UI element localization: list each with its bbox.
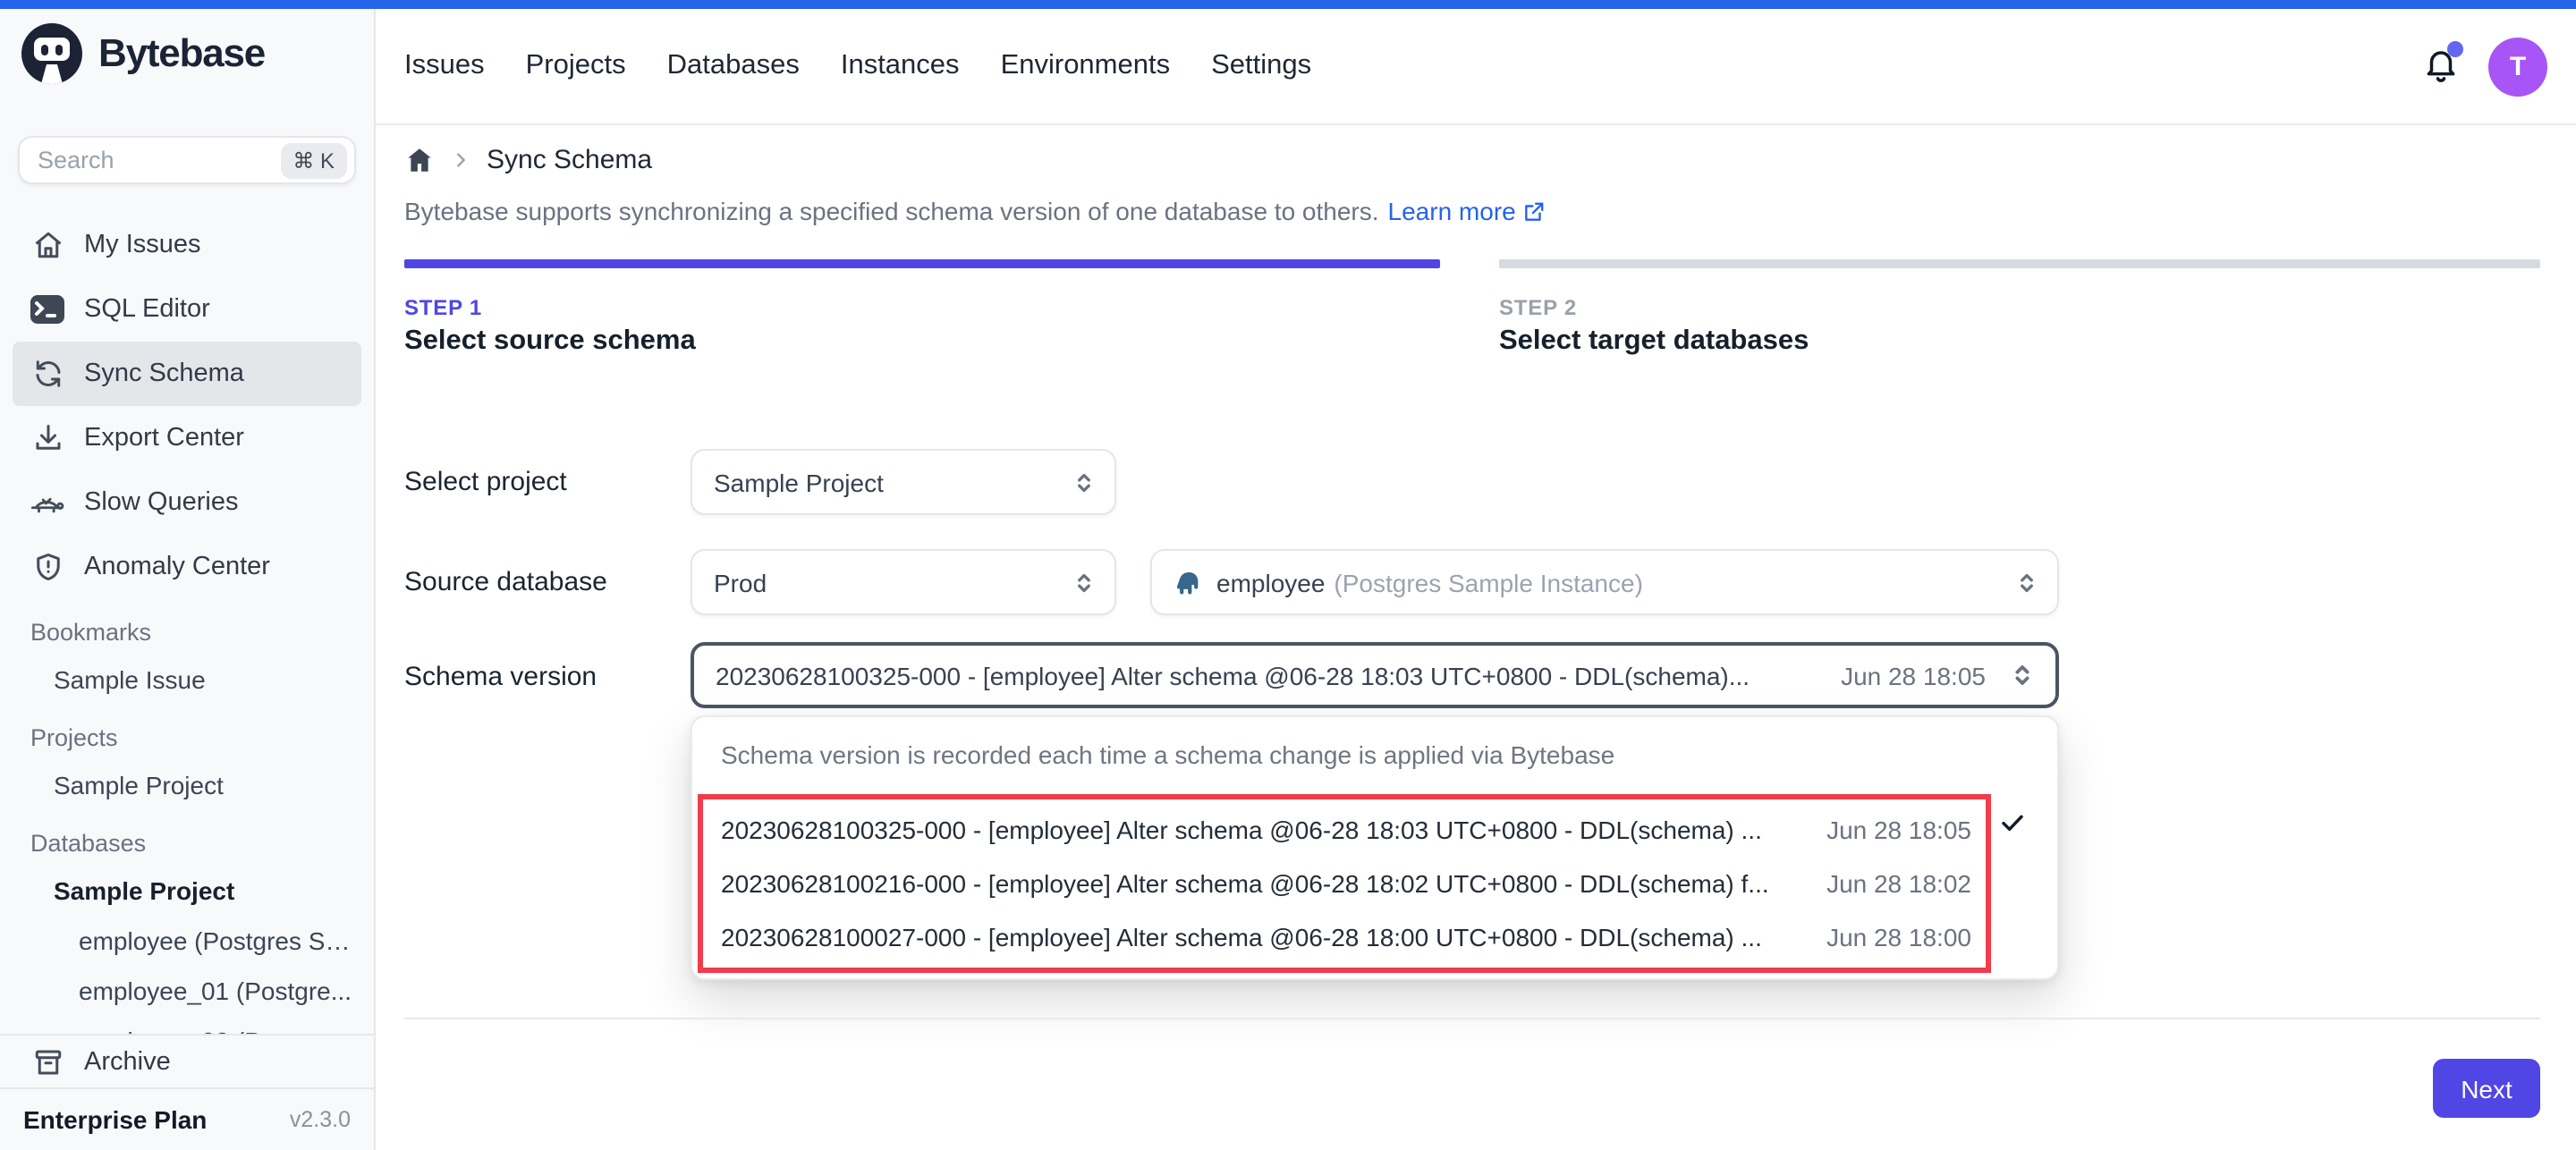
- schema-version-option[interactable]: 20230628100216-000 - [employee] Alter sc…: [703, 857, 1986, 910]
- home-icon: [30, 228, 64, 262]
- page-description: Bytebase supports synchronizing a specif…: [404, 197, 1546, 225]
- chevron-updown-icon: [2009, 662, 2036, 689]
- search-input[interactable]: [38, 147, 280, 173]
- select-project-label: Select project: [404, 467, 567, 497]
- selected-check-icon: [1998, 808, 2027, 837]
- breadcrumb-home-icon[interactable]: [404, 145, 435, 175]
- tree-item-db-employee-02[interactable]: employee_02 (Postgre...: [0, 1016, 374, 1034]
- download-icon: [30, 421, 64, 455]
- chevron-updown-icon: [1072, 469, 1097, 495]
- sidebar-item-label: My Issues: [84, 231, 201, 259]
- nav-settings[interactable]: Settings: [1211, 50, 1311, 82]
- app-window: Bytebase ⌘ K My Issues SQL Editor: [0, 0, 2576, 1150]
- step2-progress-bar: [1499, 259, 2540, 268]
- sidebar-item-label: SQL Editor: [84, 295, 210, 324]
- section-heading-bookmarks: Bookmarks: [0, 599, 374, 655]
- schema-version-label: Schema version: [404, 662, 597, 692]
- tree-item-db-sample-project[interactable]: Sample Project: [0, 866, 374, 916]
- brand-name: Bytebase: [98, 30, 265, 77]
- nav-environments[interactable]: Environments: [1001, 50, 1171, 82]
- footer-divider: [404, 1018, 2540, 1019]
- page-title: Sync Schema: [487, 145, 652, 175]
- bytebase-logo-icon: [21, 23, 82, 84]
- nav-projects[interactable]: Projects: [526, 50, 626, 82]
- schema-version-dropdown: Schema version is recorded each time a s…: [691, 715, 2059, 980]
- sync-icon: [30, 357, 64, 391]
- sidebar-item-archive[interactable]: Archive: [0, 1034, 374, 1087]
- sidebar-item-export-center[interactable]: Export Center: [0, 406, 374, 470]
- step1-title: Select source schema: [404, 326, 696, 358]
- sidebar: Bytebase ⌘ K My Issues SQL Editor: [0, 9, 376, 1150]
- version-label: v2.3.0: [290, 1107, 351, 1132]
- turtle-icon: [30, 486, 64, 520]
- schema-version-option[interactable]: 20230628100027-000 - [employee] Alter sc…: [703, 910, 1986, 964]
- section-heading-databases: Databases: [0, 810, 374, 866]
- external-link-icon: [1523, 199, 1546, 223]
- environment-select[interactable]: Prod: [691, 549, 1116, 615]
- top-nav: Issues Projects Databases Instances Envi…: [404, 50, 1311, 82]
- chevron-updown-icon: [2014, 570, 2039, 595]
- annotation-red-box: 20230628100325-000 - [employee] Alter sc…: [698, 794, 1991, 973]
- project-select[interactable]: Sample Project: [691, 449, 1116, 515]
- sidebar-item-label: Slow Queries: [84, 488, 238, 517]
- nav-issues[interactable]: Issues: [404, 50, 485, 82]
- nav-instances[interactable]: Instances: [841, 50, 960, 82]
- dropdown-hint: Schema version is recorded each time a s…: [692, 717, 2057, 769]
- chevron-updown-icon: [1072, 570, 1097, 595]
- breadcrumb: Sync Schema: [404, 145, 652, 175]
- sidebar-nav: My Issues SQL Editor Sync Schema Export …: [0, 213, 374, 599]
- step1-label: STEP 1: [404, 295, 482, 320]
- sidebar-item-label: Sync Schema: [84, 359, 244, 388]
- tree-item-db-employee-01[interactable]: employee_01 (Postgre...: [0, 966, 374, 1016]
- brand-logo[interactable]: Bytebase: [0, 9, 374, 84]
- tree-item-db-employee[interactable]: employee (Postgres Sa...: [0, 916, 374, 966]
- sidebar-item-label: Anomaly Center: [84, 553, 270, 581]
- archive-icon: [30, 1044, 64, 1078]
- step2-title: Select target databases: [1499, 326, 1809, 358]
- learn-more-link[interactable]: Learn more: [1388, 197, 1546, 225]
- sidebar-item-sync-schema[interactable]: Sync Schema: [13, 342, 361, 406]
- sidebar-item-anomaly-center[interactable]: Anomaly Center: [0, 535, 374, 599]
- sidebar-item-label: Export Center: [84, 424, 244, 452]
- sidebar-tree: Bookmarks Sample Issue Projects Sample P…: [0, 599, 374, 1034]
- database-select[interactable]: employee (Postgres Sample Instance): [1150, 549, 2059, 615]
- tree-item-sample-project[interactable]: Sample Project: [0, 760, 374, 810]
- sidebar-footer: Enterprise Plan v2.3.0: [0, 1087, 374, 1150]
- sidebar-item-my-issues[interactable]: My Issues: [0, 213, 374, 277]
- step1-progress-bar: [404, 259, 1440, 268]
- search-shortcut-badge: ⌘ K: [280, 142, 347, 178]
- avatar[interactable]: T: [2488, 37, 2547, 96]
- nav-databases[interactable]: Databases: [667, 50, 800, 82]
- postgres-icon: [1174, 568, 1202, 596]
- tree-item-sample-issue[interactable]: Sample Issue: [0, 655, 374, 705]
- archive-label: Archive: [84, 1047, 171, 1076]
- schema-version-option[interactable]: 20230628100325-000 - [employee] Alter sc…: [703, 803, 1986, 857]
- breadcrumb-chevron-icon: [451, 150, 470, 170]
- top-accent-bar: [0, 0, 2576, 9]
- top-header: Issues Projects Databases Instances Envi…: [376, 9, 2576, 125]
- shield-alert-icon: [30, 550, 64, 584]
- sidebar-item-sql-editor[interactable]: SQL Editor: [0, 277, 374, 342]
- notification-bell-icon[interactable]: [2422, 47, 2462, 86]
- next-button[interactable]: Next: [2433, 1059, 2540, 1118]
- terminal-icon: [30, 292, 64, 326]
- main-area: Issues Projects Databases Instances Envi…: [376, 9, 2576, 1150]
- plan-label: Enterprise Plan: [23, 1105, 290, 1134]
- notification-dot: [2447, 41, 2463, 57]
- step2-label: STEP 2: [1499, 295, 1577, 320]
- search-box[interactable]: ⌘ K: [18, 136, 356, 184]
- sidebar-item-slow-queries[interactable]: Slow Queries: [0, 470, 374, 535]
- schema-version-select[interactable]: 20230628100325-000 - [employee] Alter sc…: [691, 642, 2059, 708]
- source-database-label: Source database: [404, 567, 607, 597]
- section-heading-projects: Projects: [0, 705, 374, 760]
